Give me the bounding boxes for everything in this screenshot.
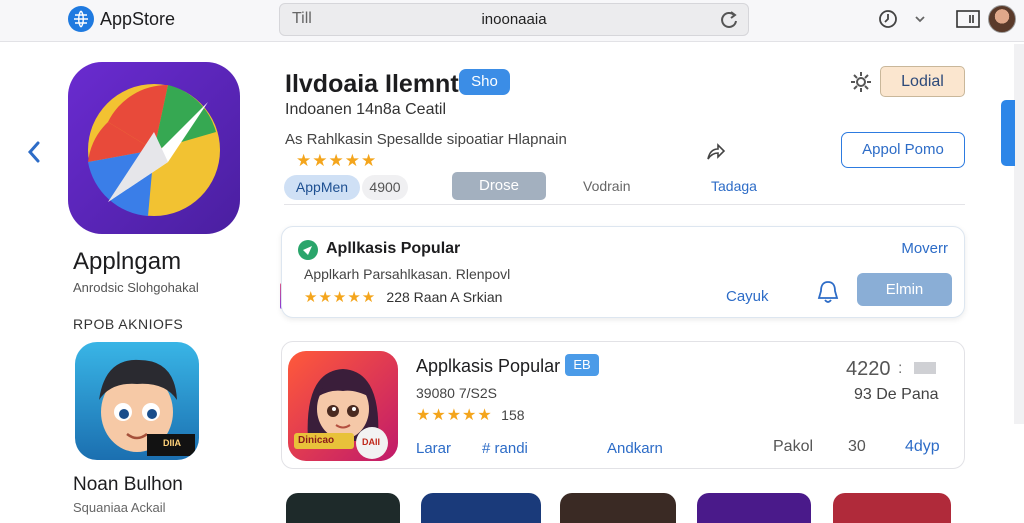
divider xyxy=(284,204,965,205)
app-bar-icon xyxy=(914,362,936,374)
boy-app-icon[interactable]: DIIA xyxy=(75,342,199,460)
featured-sub: Squaniaa Ackail xyxy=(73,500,166,515)
app-tag: EB xyxy=(565,354,599,376)
app-link-larar[interactable]: Larar xyxy=(416,440,451,457)
boy-icon-badge: DIIA xyxy=(163,438,181,448)
scrollbar-track[interactable] xyxy=(1014,44,1024,424)
reload-icon[interactable] xyxy=(718,9,740,31)
app-link-andkarn[interactable]: Andkarn xyxy=(607,440,663,457)
share-icon[interactable] xyxy=(704,141,726,163)
app-store-brand[interactable]: AppStore xyxy=(68,6,175,32)
app-bottom-left[interactable]: Pakol xyxy=(773,438,813,456)
popular-meta: 228 Raan A Srkian xyxy=(386,289,503,305)
brand-name: AppStore xyxy=(100,8,176,29)
avatar[interactable] xyxy=(988,5,1016,33)
page-title: Ilvdoaia Ilemnt xyxy=(285,70,459,98)
app-link-randi[interactable]: # randi xyxy=(482,440,528,457)
promo-button[interactable]: Appol Pomo xyxy=(841,132,965,168)
window-icon[interactable] xyxy=(956,7,980,31)
history-icon[interactable] xyxy=(876,7,900,31)
bell-icon[interactable] xyxy=(816,279,840,305)
bottom-app-thumb-5[interactable] xyxy=(833,493,951,523)
gear-icon[interactable] xyxy=(850,71,872,93)
bottom-app-thumb-1[interactable] xyxy=(286,493,400,523)
toolbar-icons xyxy=(876,5,1016,33)
app-price: 4220 xyxy=(846,358,891,380)
hero-subtitle: Indoanen 14n8a Ceatil xyxy=(285,101,447,118)
address-url[interactable]: inoonaaia xyxy=(280,11,748,28)
tab-appmen[interactable]: AppMen xyxy=(284,175,360,200)
popular-rating-row: ★★★★★ 228 Raan A Srkian xyxy=(304,288,502,306)
count-pill[interactable]: 4900 xyxy=(362,175,408,200)
app-rating-row: ★★★★★ 158 xyxy=(416,405,525,425)
app-stars: ★★★★★ xyxy=(416,407,493,424)
hero-description: As Rahlkasin Spesallde sipoatiar Hlapnai… xyxy=(285,131,567,148)
app-bottom-right[interactable]: 4dyp xyxy=(905,438,940,456)
tab-vodrain[interactable]: Vodrain xyxy=(583,178,630,194)
title-badge: Sho xyxy=(459,69,510,95)
chevron-down-icon[interactable] xyxy=(908,7,932,31)
app-separator: : xyxy=(898,360,903,377)
more-link[interactable]: Moverr xyxy=(901,240,948,257)
popular-action-button[interactable]: Elmin xyxy=(857,273,952,306)
popular-card[interactable]: Apllkasis Popular Moverr Applkarh Parsah… xyxy=(281,226,965,318)
browser-topbar: AppStore Till inoonaaia xyxy=(0,0,1024,42)
app-card[interactable]: Dinicao DAII Applkasis Popular EB 39080 … xyxy=(281,341,965,469)
back-chevron-icon[interactable] xyxy=(22,138,46,166)
bottom-app-thumb-4[interactable] xyxy=(697,493,811,523)
app-title[interactable]: Applkasis Popular xyxy=(416,356,560,377)
popular-link[interactable]: Cayuk xyxy=(726,288,769,305)
app-rating-text: 93 De Pana xyxy=(854,386,939,403)
check-badge-icon xyxy=(298,240,318,260)
tab-tadaga[interactable]: Tadaga xyxy=(711,178,757,194)
girl-icon-badge: DAII xyxy=(362,437,380,447)
popular-title: Apllkasis Popular xyxy=(326,240,461,257)
section-label: RPOB AKNIOFS xyxy=(73,316,184,332)
girl-icon-label: Dinicao xyxy=(298,435,335,446)
app-bottom-mid: 30 xyxy=(848,438,866,455)
bottom-app-thumb-2[interactable] xyxy=(421,493,541,523)
popular-stars: ★★★★★ xyxy=(304,289,377,306)
load-button[interactable]: Lodial xyxy=(880,66,965,97)
app-rating-count: 158 xyxy=(501,407,525,423)
featured-app-subtitle: Anrodsic Slohgohakal xyxy=(73,280,199,295)
girl-app-icon[interactable]: Dinicao DAII xyxy=(288,351,398,461)
address-bar[interactable]: Till inoonaaia xyxy=(279,3,749,36)
featured-app-name[interactable]: Applngam xyxy=(73,248,181,276)
bottom-app-thumb-3[interactable] xyxy=(560,493,676,523)
app-line2: 39080 7/S2S xyxy=(416,385,497,401)
globe-logo-icon xyxy=(68,6,94,32)
hero-rating-stars: ★★★★★ xyxy=(296,151,378,170)
featured-name[interactable]: Noan Bulhon xyxy=(73,474,183,496)
side-panel-tab[interactable] xyxy=(1001,100,1015,166)
featured-app-icon[interactable] xyxy=(68,62,240,234)
popular-desc: Applkarh Parsahlkasan. Rlenpovl xyxy=(304,266,511,282)
tab-drose[interactable]: Drose xyxy=(452,172,546,200)
